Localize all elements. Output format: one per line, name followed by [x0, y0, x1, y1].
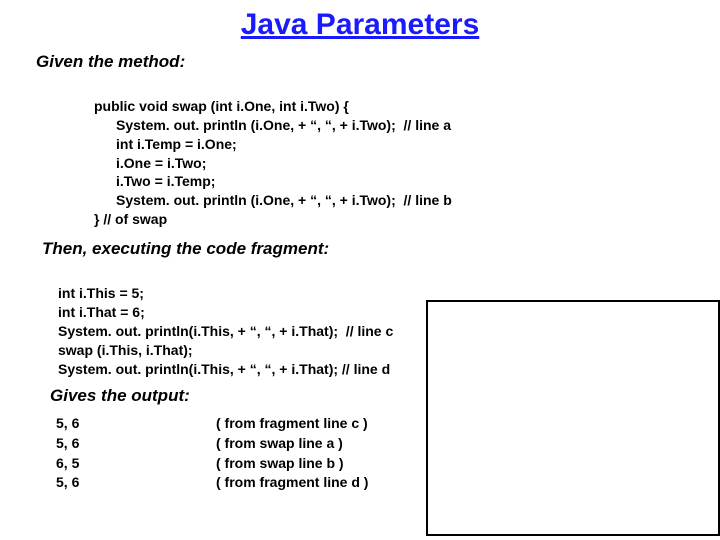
output-value: 5, 6	[56, 434, 216, 454]
fragment-line: System. out. println(i.This, + “, “, + i…	[58, 361, 390, 377]
method-line: i.One = i.Two;	[94, 154, 720, 173]
empty-right-panel	[426, 300, 720, 536]
output-value: 5, 6	[56, 414, 216, 434]
output-source: ( from fragment line d )	[216, 473, 368, 493]
output-source: ( from swap line b )	[216, 454, 344, 474]
method-line: i.Two = i.Temp;	[94, 172, 720, 191]
page-title: Java Parameters	[0, 0, 720, 48]
then-executing-label: Then, executing the code fragment:	[42, 239, 720, 259]
fragment-line: int i.That = 6;	[58, 304, 145, 320]
output-value: 6, 5	[56, 454, 216, 474]
output-source: ( from fragment line c )	[216, 414, 368, 434]
method-line: } // of swap	[94, 211, 167, 227]
fragment-line: int i.This = 5;	[58, 285, 144, 301]
method-line: public void swap (int i.One, int i.Two) …	[94, 98, 349, 114]
fragment-line: System. out. println(i.This, + “, “, + i…	[58, 323, 393, 339]
method-line: int i.Temp = i.One;	[94, 135, 720, 154]
method-line: System. out. println (i.One, + “, “, + i…	[94, 116, 720, 135]
output-source: ( from swap line a )	[216, 434, 343, 454]
output-value: 5, 6	[56, 473, 216, 493]
method-line: System. out. println (i.One, + “, “, + i…	[94, 191, 720, 210]
method-code: public void swap (int i.One, int i.Two) …	[94, 78, 720, 229]
given-method-label: Given the method:	[36, 52, 720, 72]
fragment-line: swap (i.This, i.That);	[58, 342, 193, 358]
